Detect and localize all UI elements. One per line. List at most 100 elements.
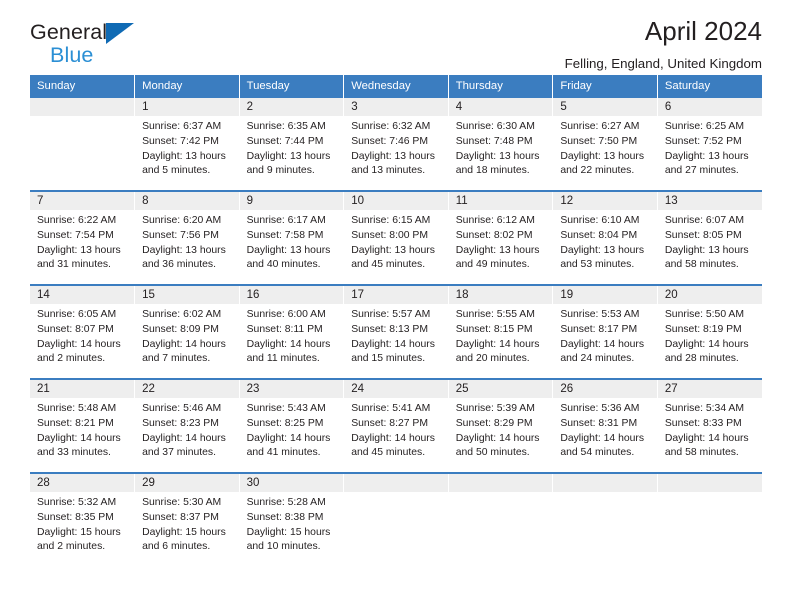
daylight-text: Daylight: 13 hours and 53 minutes. bbox=[560, 244, 651, 274]
weekday-header-friday: Friday bbox=[552, 75, 658, 98]
day-number-cell[interactable]: 22 bbox=[134, 378, 240, 398]
day-detail-cell: Sunrise: 6:22 AM Sunset: 7:54 PM Daylight:… bbox=[30, 210, 136, 285]
daylight-text: Daylight: 13 hours and 49 minutes. bbox=[456, 244, 547, 274]
day-number-cell[interactable]: 2 bbox=[239, 98, 345, 116]
daylight-line-2: and 15 minutes. bbox=[351, 353, 426, 365]
day-number-cell[interactable]: 15 bbox=[134, 284, 240, 304]
sunrise-text: Sunrise: 6:07 AM bbox=[664, 215, 745, 226]
day-number-cell[interactable]: 26 bbox=[552, 378, 658, 398]
daylight-text: Daylight: 14 hours and 41 minutes. bbox=[247, 432, 338, 462]
sunrise-text: Sunrise: 5:36 AM bbox=[560, 403, 640, 414]
day-number-cell[interactable]: 10 bbox=[343, 190, 449, 210]
daylight-line-2: and 5 minutes. bbox=[142, 165, 211, 177]
daylight-text: Daylight: 13 hours and 27 minutes. bbox=[665, 150, 756, 180]
daylight-line-1: Daylight: 14 hours bbox=[37, 432, 121, 444]
daylight-text: Daylight: 14 hours and 54 minutes. bbox=[560, 432, 651, 462]
day-number-cell[interactable]: 5 bbox=[552, 98, 658, 116]
sunrise-text: Sunrise: 5:30 AM bbox=[142, 497, 222, 508]
page-header: General Blue April 2024 Felling, England… bbox=[30, 0, 762, 75]
day-detail-cell: Sunrise: 6:27 AM Sunset: 7:50 PM Daylight:… bbox=[552, 116, 658, 191]
calendar-body: 1 2 3 4 5 6 Sunrise: 6:37 AM Sunset: 7:42 PM Day… bbox=[30, 98, 762, 566]
weekday-header-tuesday: Tuesday bbox=[239, 75, 345, 98]
weekday-header-sunday: Sunday bbox=[30, 75, 136, 98]
day-number-cell[interactable]: 8 bbox=[134, 190, 240, 210]
day-number-cell[interactable]: 27 bbox=[657, 378, 762, 398]
daylight-line-1: Daylight: 14 hours bbox=[560, 432, 645, 444]
generalblue-logo: General Blue bbox=[30, 21, 145, 68]
day-number-cell[interactable]: 24 bbox=[343, 378, 449, 398]
weekday-header-wednesday: Wednesday bbox=[343, 75, 449, 98]
sunrise-text: Sunrise: 6:00 AM bbox=[246, 309, 326, 320]
daylight-line-2: and 2 minutes. bbox=[37, 353, 106, 365]
sunrise-text: Sunrise: 5:41 AM bbox=[351, 403, 431, 414]
sunset-text: Sunset: 7:58 PM bbox=[246, 229, 324, 241]
day-number-cell[interactable]: 7 bbox=[30, 190, 136, 210]
sunset-text: Sunset: 8:27 PM bbox=[351, 417, 429, 429]
daylight-line-2: and 58 minutes. bbox=[664, 259, 739, 271]
sunrise-text: Sunrise: 5:43 AM bbox=[246, 403, 326, 414]
daylight-line-1: Daylight: 14 hours bbox=[142, 432, 226, 444]
day-number-cell[interactable]: 13 bbox=[657, 190, 762, 210]
day-number-cell[interactable]: 30 bbox=[239, 472, 345, 492]
sunrise-text: Sunrise: 6:17 AM bbox=[246, 215, 326, 226]
sunset-text: Sunset: 8:17 PM bbox=[560, 323, 638, 335]
day-number-cell[interactable]: 20 bbox=[657, 284, 762, 304]
daylight-line-1: Daylight: 14 hours bbox=[664, 432, 749, 444]
daylight-line-1: Daylight: 13 hours bbox=[560, 244, 645, 256]
daylight-line-2: and 33 minutes. bbox=[37, 447, 111, 459]
sunset-text: Sunset: 8:05 PM bbox=[664, 229, 742, 241]
sunrise-text: Sunrise: 6:20 AM bbox=[142, 215, 222, 226]
sunset-text: Sunset: 7:42 PM bbox=[142, 135, 219, 147]
day-number-cell[interactable]: 19 bbox=[552, 284, 658, 304]
daylight-text: Daylight: 14 hours and 45 minutes. bbox=[351, 432, 442, 462]
day-detail-cell bbox=[657, 492, 762, 566]
daylight-line-1: Daylight: 14 hours bbox=[351, 432, 435, 444]
day-number-cell[interactable]: 16 bbox=[239, 284, 345, 304]
day-number-cell[interactable]: 6 bbox=[657, 98, 762, 116]
day-number-cell[interactable]: 9 bbox=[239, 190, 345, 210]
weekday-header-row: Sunday Monday Tuesday Wednesday Thursday… bbox=[30, 75, 762, 98]
day-number-cell[interactable]: 29 bbox=[134, 472, 240, 492]
daylight-line-1: Daylight: 14 hours bbox=[455, 338, 540, 350]
day-detail-cell bbox=[448, 492, 554, 566]
daylight-text: Daylight: 15 hours and 10 minutes. bbox=[247, 526, 338, 556]
day-number-cell[interactable]: 12 bbox=[552, 190, 658, 210]
day-number-cell[interactable]: 18 bbox=[448, 284, 554, 304]
day-number-cell[interactable]: 23 bbox=[239, 378, 345, 398]
day-number-cell[interactable]: 25 bbox=[448, 378, 554, 398]
day-number-cell bbox=[343, 472, 449, 492]
day-number-cell[interactable]: 21 bbox=[30, 378, 136, 398]
day-detail-cell: Sunrise: 5:48 AM Sunset: 8:21 PM Daylight:… bbox=[30, 398, 136, 473]
day-number-cell[interactable]: 11 bbox=[448, 190, 554, 210]
day-number-cell[interactable]: 4 bbox=[448, 98, 554, 116]
daylight-line-2: and 50 minutes. bbox=[455, 447, 530, 459]
week-detail-row: Sunrise: 5:48 AM Sunset: 8:21 PM Daylight:… bbox=[30, 398, 762, 473]
day-detail-cell: Sunrise: 5:53 AM Sunset: 8:17 PM Daylight:… bbox=[552, 304, 658, 379]
sunrise-text: Sunrise: 5:34 AM bbox=[664, 403, 745, 414]
sunrise-text: Sunrise: 5:28 AM bbox=[246, 497, 326, 508]
sunset-text: Sunset: 8:33 PM bbox=[664, 417, 742, 429]
day-number-cell[interactable]: 1 bbox=[134, 98, 240, 116]
day-detail-cell bbox=[552, 492, 658, 566]
day-number-cell bbox=[30, 98, 136, 116]
day-detail-cell bbox=[343, 492, 449, 566]
day-number-cell[interactable]: 28 bbox=[30, 472, 136, 492]
day-number-cell[interactable]: 14 bbox=[30, 284, 136, 304]
week-detail-row: Sunrise: 6:37 AM Sunset: 7:42 PM Daylight:… bbox=[30, 116, 762, 191]
daylight-text: Daylight: 14 hours and 33 minutes. bbox=[37, 432, 128, 462]
daylight-line-1: Daylight: 14 hours bbox=[246, 432, 331, 444]
day-number-cell[interactable]: 17 bbox=[343, 284, 449, 304]
daylight-text: Daylight: 13 hours and 31 minutes. bbox=[37, 244, 128, 274]
sunset-text: Sunset: 8:23 PM bbox=[142, 417, 219, 429]
title-block: April 2024 Felling, England, United King… bbox=[565, 17, 762, 71]
daylight-line-2: and 24 minutes. bbox=[560, 353, 635, 365]
daylight-line-2: and 13 minutes. bbox=[351, 165, 426, 177]
daylight-line-2: and 18 minutes. bbox=[455, 165, 530, 177]
week-daynumber-row: 21 22 23 24 25 26 27 bbox=[30, 378, 762, 398]
day-detail-cell: Sunrise: 6:10 AM Sunset: 8:04 PM Daylight:… bbox=[552, 210, 658, 285]
sunset-text: Sunset: 8:15 PM bbox=[455, 323, 533, 335]
sunset-text: Sunset: 8:38 PM bbox=[246, 511, 324, 523]
daylight-line-1: Daylight: 13 hours bbox=[351, 150, 435, 162]
daylight-text: Daylight: 15 hours and 2 minutes. bbox=[37, 526, 128, 556]
day-number-cell[interactable]: 3 bbox=[343, 98, 449, 116]
